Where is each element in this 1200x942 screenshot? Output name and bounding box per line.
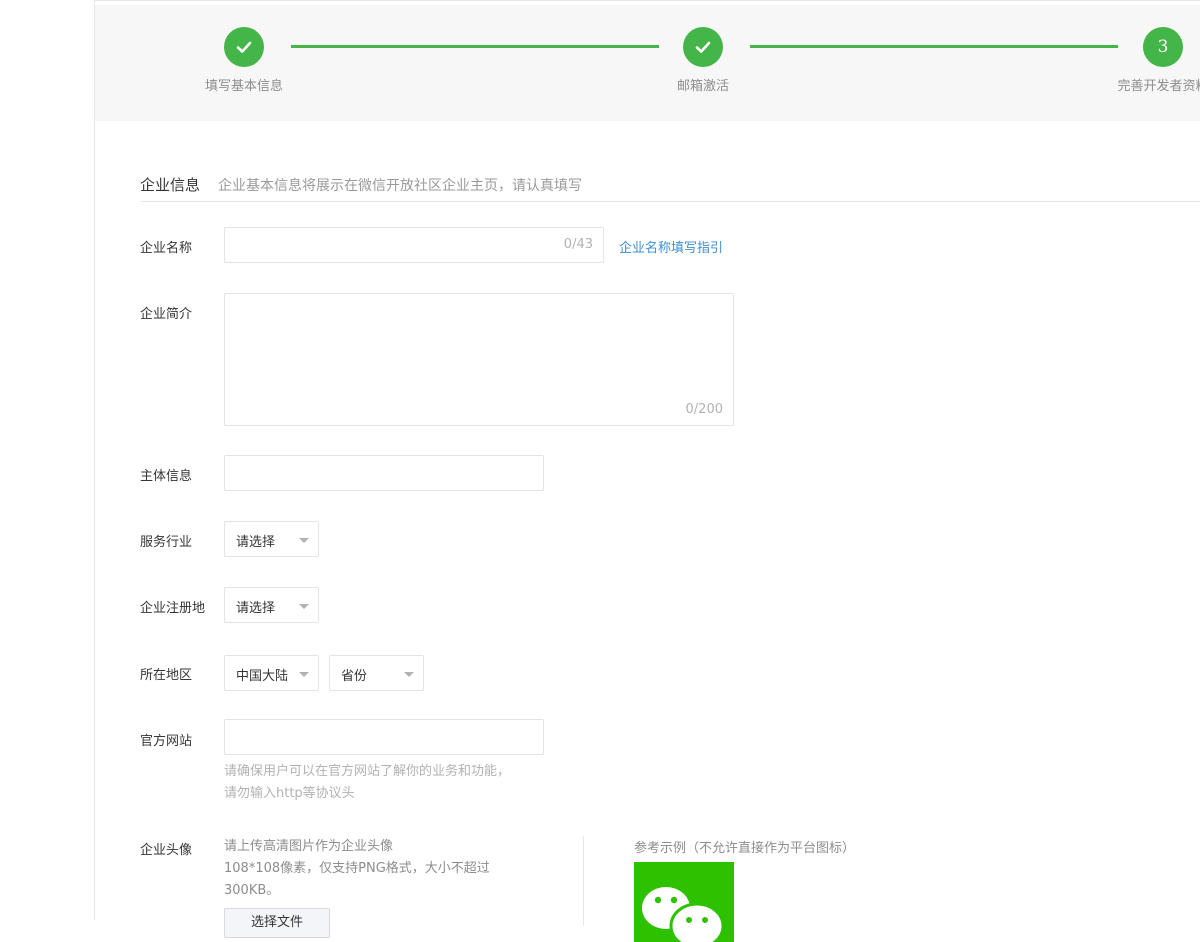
website-hint-line2: 请勿输入http等协议头 (224, 786, 355, 801)
section-header: 企业信息 企业基本信息将展示在微信开放社区企业主页，请认真填写 (140, 172, 1200, 202)
check-icon (683, 27, 723, 67)
step-connector (291, 45, 659, 48)
avatar-desc: 请上传高清图片作为企业头像 108*108像素，仅支持PNG格式，大小不超过 3… (224, 836, 524, 902)
industry-label: 服务行业 (140, 535, 193, 550)
company-name-label: 企业名称 (140, 241, 193, 256)
entity-info-label: 主体信息 (140, 469, 193, 484)
country-select[interactable]: 中国大陆 (224, 655, 319, 691)
reg-place-select-value: 请选择 (236, 601, 276, 616)
website-input[interactable] (224, 719, 544, 755)
company-intro-counter: 0/200 (685, 402, 723, 417)
step-number: 3 (1143, 27, 1183, 67)
chevron-down-icon (299, 538, 309, 543)
industry-select[interactable]: 请选择 (224, 521, 319, 557)
chevron-down-icon (299, 604, 309, 609)
company-intro-textarea[interactable]: 0/200 (224, 293, 734, 426)
website-hint-line1: 请确保用户可以在官方网站了解你的业务和功能， (224, 764, 511, 779)
section-title: 企业信息 (140, 176, 201, 194)
step-label: 填写基本信息 (204, 79, 283, 94)
chevron-down-icon (299, 672, 309, 677)
website-hint: 请确保用户可以在官方网站了解你的业务和功能， 请勿输入http等协议头 (224, 761, 510, 805)
province-select[interactable]: 省份 (329, 655, 424, 691)
company-name-input[interactable]: 0/43 (224, 227, 604, 263)
section-desc: 企业基本信息将展示在微信开放社区企业主页，请认真填写 (218, 178, 582, 194)
province-select-value: 省份 (341, 669, 368, 684)
region-label: 所在地区 (140, 668, 193, 683)
step-label: 邮箱激活 (676, 79, 729, 94)
avatar-label: 企业头像 (140, 843, 193, 858)
wechat-logo-icon (634, 862, 734, 942)
avatar-desc-line1: 请上传高清图片作为企业头像 (224, 839, 394, 854)
avatar-divider (583, 836, 584, 926)
chevron-down-icon (404, 672, 414, 677)
avatar-desc-line3: 300KB。 (224, 883, 280, 898)
country-select-value: 中国大陆 (236, 669, 289, 684)
step-connector (750, 45, 1118, 48)
company-name-guide-link[interactable]: 企业名称填写指引 (619, 237, 723, 256)
reg-place-select[interactable]: 请选择 (224, 587, 319, 623)
company-intro-label: 企业简介 (140, 307, 193, 322)
company-name-counter: 0/43 (563, 237, 593, 252)
entity-info-input[interactable] (224, 455, 544, 491)
choose-file-button[interactable]: 选择文件 (224, 908, 330, 938)
avatar-desc-line2: 108*108像素，仅支持PNG格式，大小不超过 (224, 861, 490, 876)
reg-place-label: 企业注册地 (140, 601, 206, 616)
example-label: 参考示例（不允许直接作为平台图标） (634, 841, 856, 856)
sidebar (0, 0, 95, 920)
check-icon (224, 27, 264, 67)
industry-select-value: 请选择 (236, 535, 276, 550)
progress-steps: 填写基本信息 邮箱激活 3 完善开发者资料 (95, 5, 1200, 121)
website-label: 官方网站 (140, 734, 193, 749)
step-label: 完善开发者资料 (1117, 79, 1200, 94)
